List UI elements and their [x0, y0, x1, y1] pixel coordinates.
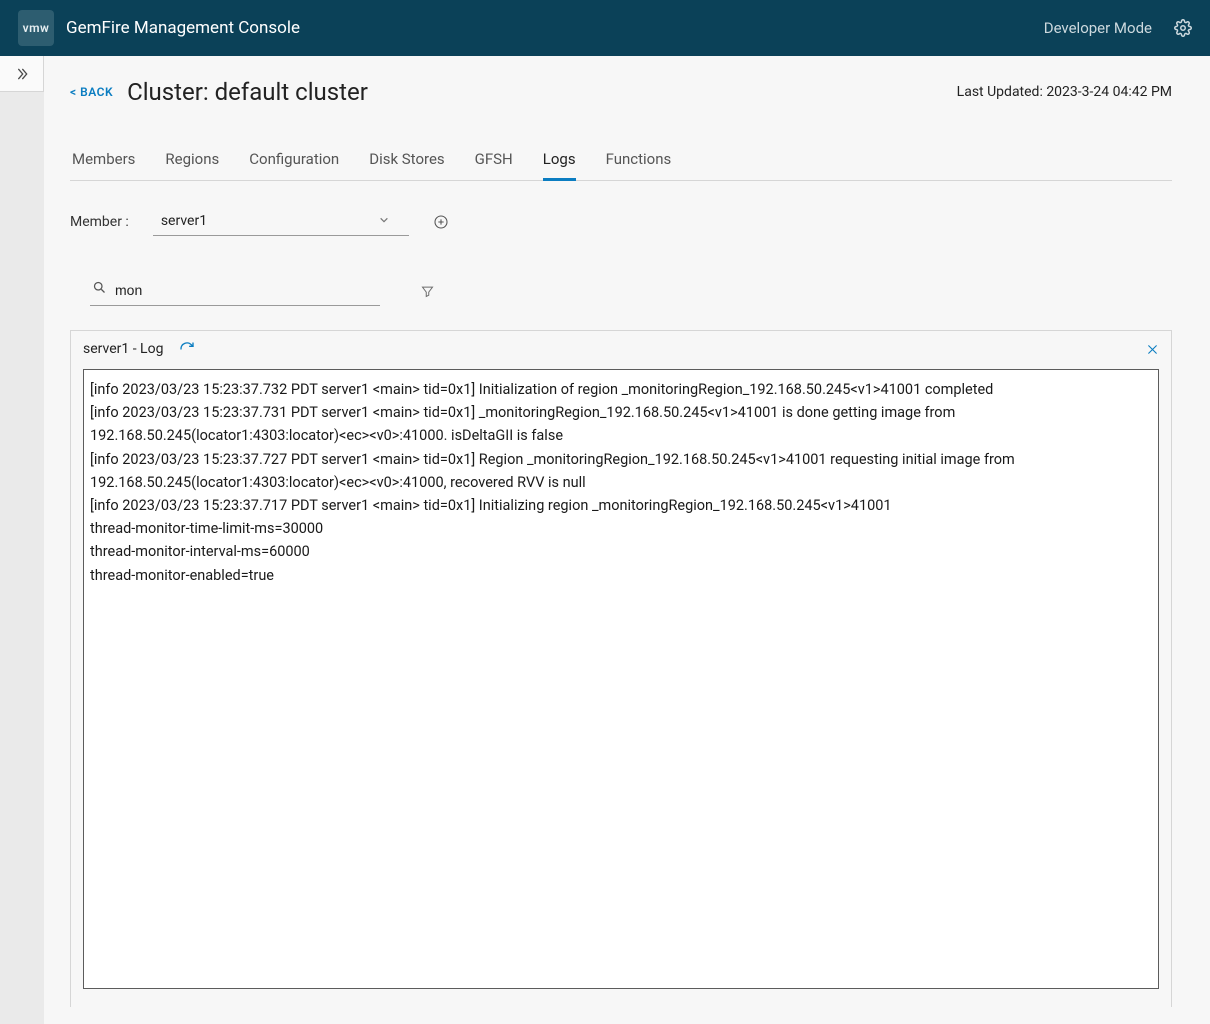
tab-diskstores[interactable]: Disk Stores [369, 142, 444, 181]
close-icon[interactable] [1146, 343, 1159, 356]
log-output: [info 2023/03/23 15:23:37.732 PDT server… [83, 369, 1159, 989]
page-title: Cluster: default cluster [127, 78, 368, 106]
brand-badge: vmw [18, 10, 54, 46]
member-label: Member : [70, 214, 129, 230]
filter-icon[interactable] [420, 284, 435, 299]
tab-gfsh[interactable]: GFSH [475, 142, 513, 181]
tab-members[interactable]: Members [72, 142, 135, 181]
tab-functions[interactable]: Functions [606, 142, 672, 181]
search-input[interactable] [115, 282, 378, 298]
top-bar: vmw GemFire Management Console Developer… [0, 0, 1210, 56]
tab-regions[interactable]: Regions [165, 142, 219, 181]
member-select-value: server1 [161, 213, 207, 229]
tab-configuration[interactable]: Configuration [249, 142, 339, 181]
back-link[interactable]: < BACK [70, 85, 113, 99]
log-panel: server1 - Log [info 2023/03/23 15:23:37.… [70, 330, 1172, 1007]
member-select[interactable]: server1 [153, 207, 409, 236]
last-updated-label: Last Updated: 2023-3-24 04:42 PM [957, 84, 1172, 100]
chevron-down-icon [379, 213, 389, 229]
search-field[interactable] [90, 276, 380, 306]
refresh-icon[interactable] [179, 341, 195, 357]
expand-sidebar-button[interactable] [0, 56, 44, 92]
gear-icon[interactable] [1174, 19, 1192, 37]
main-content: < BACK Cluster: default cluster Last Upd… [44, 56, 1210, 1024]
developer-mode-link[interactable]: Developer Mode [1044, 19, 1152, 37]
add-circle-icon[interactable] [433, 214, 449, 230]
tab-logs[interactable]: Logs [543, 142, 576, 181]
log-scroll[interactable]: [info 2023/03/23 15:23:37.732 PDT server… [83, 369, 1159, 995]
search-icon [92, 280, 107, 299]
tabs: Members Regions Configuration Disk Store… [70, 142, 1172, 181]
log-panel-title: server1 - Log [83, 341, 163, 357]
app-title: GemFire Management Console [66, 18, 300, 38]
